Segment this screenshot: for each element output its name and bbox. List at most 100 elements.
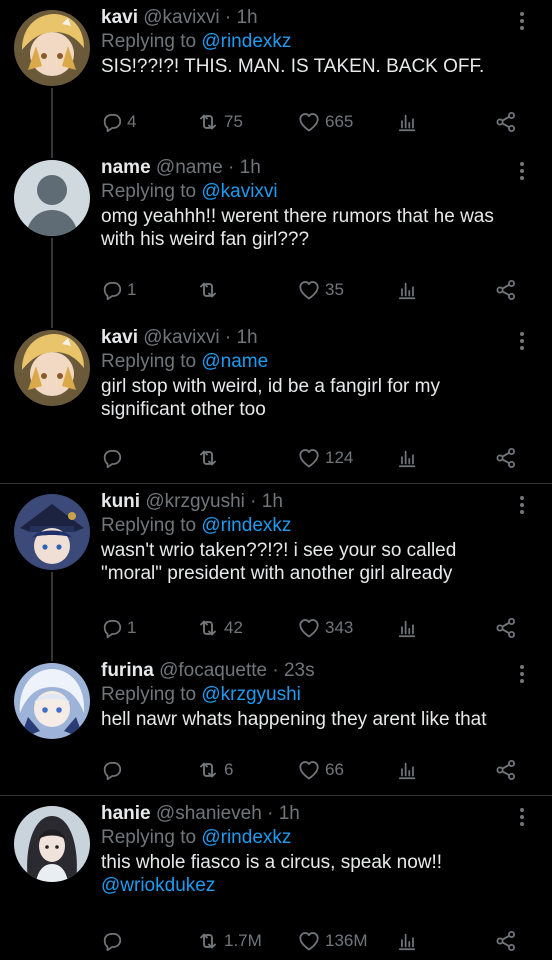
retweet-icon — [196, 929, 220, 953]
tweet[interactable]: name @name · 1h Replying to @kavixvi omg… — [0, 150, 552, 320]
share-icon — [494, 278, 518, 302]
user-handle[interactable]: @shanieveh — [156, 803, 262, 824]
tweet-body: kavi @kavixvi · 1h Replying to @name gir… — [101, 326, 512, 421]
like-button[interactable]: 343 — [297, 615, 353, 641]
like-button[interactable]: 124 — [297, 445, 353, 471]
reply-mention-link[interactable]: @kavixvi — [201, 181, 277, 202]
avatar[interactable] — [14, 330, 90, 406]
timestamp[interactable]: 23s — [284, 660, 315, 681]
more-icon[interactable] — [518, 12, 526, 30]
views-button[interactable] — [396, 277, 418, 303]
tweet[interactable]: kavi @kavixvi · 1h Replying to @name gir… — [0, 320, 552, 483]
thread-line — [51, 88, 53, 150]
like-button[interactable]: 35 — [297, 277, 344, 303]
tweet-text: girl stop with weird, id be a fangirl fo… — [101, 375, 512, 421]
action-bar: 1.7M 136M — [101, 928, 532, 954]
reply-button[interactable]: 1 — [101, 615, 136, 641]
retweet-button[interactable] — [196, 445, 224, 471]
share-button[interactable] — [494, 277, 518, 303]
display-name[interactable]: kavi — [101, 7, 138, 28]
retweet-button[interactable]: 75 — [196, 109, 243, 135]
text-mention-link[interactable]: @wriokdukez — [101, 875, 215, 896]
reply-button[interactable]: 1 — [101, 277, 136, 303]
display-name[interactable]: furina — [101, 660, 154, 681]
retweet-icon — [196, 758, 220, 782]
retweet-button[interactable]: 6 — [196, 757, 233, 783]
views-button[interactable] — [396, 445, 418, 471]
reply-button[interactable]: 4 — [101, 109, 136, 135]
display-name[interactable]: hanie — [101, 803, 151, 824]
timestamp[interactable]: 1h — [236, 327, 257, 348]
action-bar: 4 75 665 — [101, 109, 532, 135]
user-handle[interactable]: @kavixvi — [143, 327, 219, 348]
action-bar: 1 35 — [101, 277, 532, 303]
reply-mention-link[interactable]: @rindexkz — [201, 827, 291, 848]
replying-to: Replying to @kavixvi — [101, 180, 512, 204]
share-icon — [494, 929, 518, 953]
tweet-header: kavi @kavixvi · 1h — [101, 6, 512, 30]
share-button[interactable] — [494, 109, 518, 135]
share-button[interactable] — [494, 445, 518, 471]
like-button[interactable]: 66 — [297, 757, 344, 783]
share-button[interactable] — [494, 615, 518, 641]
avatar[interactable] — [14, 10, 90, 86]
tweet[interactable]: kavi @kavixvi · 1h Replying to @rindexkz… — [0, 0, 552, 150]
tweet-header: furina @focaquette · 23s — [101, 659, 512, 683]
replying-to-label: Replying to — [101, 351, 197, 372]
share-button[interactable] — [494, 757, 518, 783]
views-button[interactable] — [396, 757, 418, 783]
like-count: 136M — [325, 931, 368, 950]
like-button[interactable]: 665 — [297, 109, 353, 135]
reply-count: 1 — [127, 280, 137, 299]
reply-icon — [101, 279, 123, 301]
avatar[interactable] — [14, 160, 90, 236]
retweet-button[interactable]: 42 — [196, 615, 243, 641]
more-icon[interactable] — [518, 808, 526, 826]
more-icon[interactable] — [518, 665, 526, 683]
timestamp[interactable]: 1h — [236, 7, 257, 28]
reply-button[interactable] — [101, 445, 127, 471]
reply-mention-link[interactable]: @krzgyushi — [201, 684, 301, 705]
tweet[interactable]: furina @focaquette · 23s Replying to @kr… — [0, 653, 552, 795]
more-icon[interactable] — [518, 496, 526, 514]
like-button[interactable]: 136M — [297, 928, 368, 954]
reply-button[interactable] — [101, 757, 127, 783]
retweet-button[interactable] — [196, 277, 224, 303]
separator-dot: · — [267, 803, 274, 824]
tweet-text-content: SIS!??!?! THIS. MAN. IS TAKEN. BACK OFF. — [101, 56, 485, 77]
reply-button[interactable] — [101, 928, 127, 954]
reply-mention-link[interactable]: @rindexkz — [201, 31, 291, 52]
display-name[interactable]: name — [101, 157, 151, 178]
tweet-header: kuni @krzgyushi · 1h — [101, 490, 512, 514]
more-icon[interactable] — [518, 162, 526, 180]
retweet-button[interactable]: 1.7M — [196, 928, 262, 954]
timestamp[interactable]: 1h — [240, 157, 261, 178]
views-button[interactable] — [396, 109, 418, 135]
action-bar: 124 — [101, 445, 532, 471]
timestamp[interactable]: 1h — [279, 803, 300, 824]
avatar[interactable] — [14, 663, 90, 739]
reply-mention-link[interactable]: @name — [201, 351, 268, 372]
user-handle[interactable]: @kavixvi — [143, 7, 219, 28]
thread-line — [51, 150, 53, 158]
replying-to-label: Replying to — [101, 827, 197, 848]
retweet-count: 42 — [224, 618, 243, 637]
avatar[interactable] — [14, 494, 90, 570]
user-handle[interactable]: @focaquette — [159, 660, 267, 681]
more-icon[interactable] — [518, 332, 526, 350]
share-button[interactable] — [494, 928, 518, 954]
display-name[interactable]: kuni — [101, 491, 140, 512]
avatar[interactable] — [14, 806, 90, 882]
views-button[interactable] — [396, 615, 418, 641]
user-handle[interactable]: @name — [156, 157, 223, 178]
views-button[interactable] — [396, 928, 418, 954]
tweet[interactable]: hanie @shanieveh · 1h Replying to @rinde… — [0, 795, 552, 960]
timestamp[interactable]: 1h — [262, 491, 283, 512]
reply-count: 4 — [127, 112, 137, 131]
display-name[interactable]: kavi — [101, 327, 138, 348]
retweet-count: 75 — [224, 112, 243, 131]
reply-icon — [101, 111, 123, 133]
reply-mention-link[interactable]: @rindexkz — [201, 515, 291, 536]
tweet[interactable]: kuni @krzgyushi · 1h Replying to @rindex… — [0, 483, 552, 654]
user-handle[interactable]: @krzgyushi — [145, 491, 245, 512]
